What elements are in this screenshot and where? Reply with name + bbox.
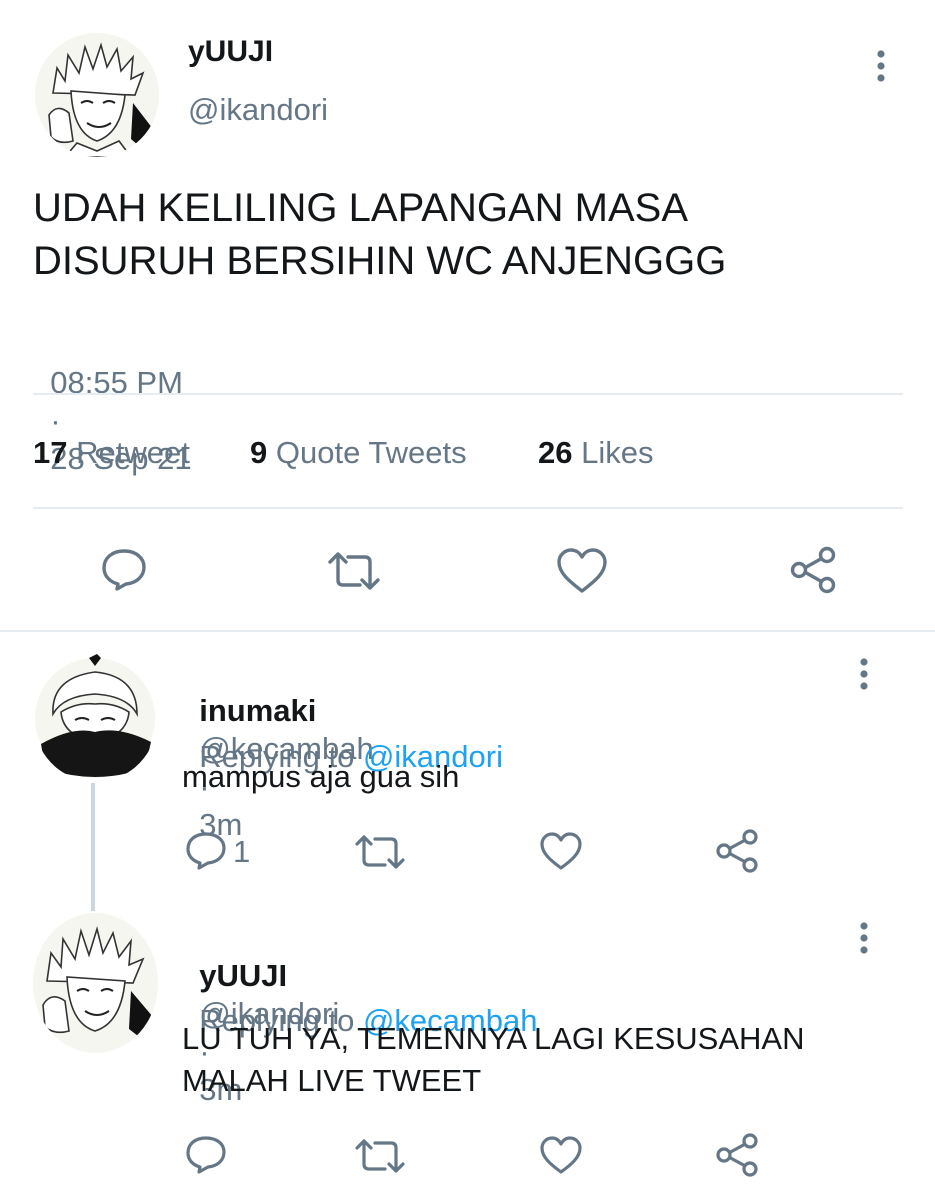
retweets-label: Retweet: [76, 435, 190, 470]
timestamp-separator: ·: [50, 403, 61, 438]
retweets-stat[interactable]: 17 Retweet: [33, 435, 190, 470]
share-icon[interactable]: [714, 1132, 760, 1178]
reply-icon[interactable]: [99, 546, 149, 592]
more-options-icon[interactable]: [868, 48, 894, 84]
reply-1-text: mampus aja gua sih: [182, 759, 460, 794]
reply-icon[interactable]: [184, 1134, 230, 1176]
likes-count: 26: [538, 435, 573, 470]
divider: [33, 393, 903, 395]
retweets-count: 17: [33, 435, 68, 470]
quotes-count: 9: [250, 435, 268, 470]
divider: [33, 507, 903, 509]
reply-2-text-line-1: LU TUH YA, TEMENNYA LAGI KESUSAHAN: [182, 1021, 805, 1056]
likes-stat[interactable]: 26 Likes: [538, 434, 653, 472]
reply-icon[interactable]: [184, 830, 230, 872]
main-tweet-display-name[interactable]: yUUJI: [188, 34, 273, 70]
likes-label: Likes: [581, 435, 654, 470]
reply-2-text-line-2: MALAH LIVE TWEET: [182, 1063, 482, 1098]
reply-2-avatar[interactable]: [33, 913, 158, 1053]
reply-1-more-options-icon[interactable]: [851, 656, 877, 692]
reply-1-reply-count: 1: [233, 834, 251, 869]
retweet-icon[interactable]: [353, 832, 407, 872]
reply-2-more-options-icon[interactable]: [851, 920, 877, 956]
reply-1-avatar[interactable]: [33, 652, 158, 782]
main-tweet-text-line-1: UDAH KELILING LAPANGAN MASA: [33, 186, 688, 230]
tweet-stats: 17 Retweet: [33, 434, 190, 472]
share-icon[interactable]: [788, 545, 838, 595]
heart-icon[interactable]: [538, 830, 584, 872]
quotes-stat[interactable]: 9 Quote Tweets: [250, 434, 467, 472]
retweet-icon[interactable]: [353, 1136, 407, 1176]
thread-line: [91, 783, 95, 911]
retweet-icon[interactable]: [326, 550, 382, 592]
main-tweet-avatar[interactable]: [35, 33, 159, 157]
main-tweet-text-line-2: DISURUH BERSIHIN WC ANJENGGG: [33, 239, 727, 283]
main-tweet-handle[interactable]: @ikandori: [188, 91, 328, 129]
heart-icon[interactable]: [555, 547, 609, 595]
quotes-label: Quote Tweets: [275, 435, 467, 470]
share-icon[interactable]: [714, 828, 760, 874]
section-divider: [0, 630, 935, 632]
heart-icon[interactable]: [538, 1134, 584, 1176]
